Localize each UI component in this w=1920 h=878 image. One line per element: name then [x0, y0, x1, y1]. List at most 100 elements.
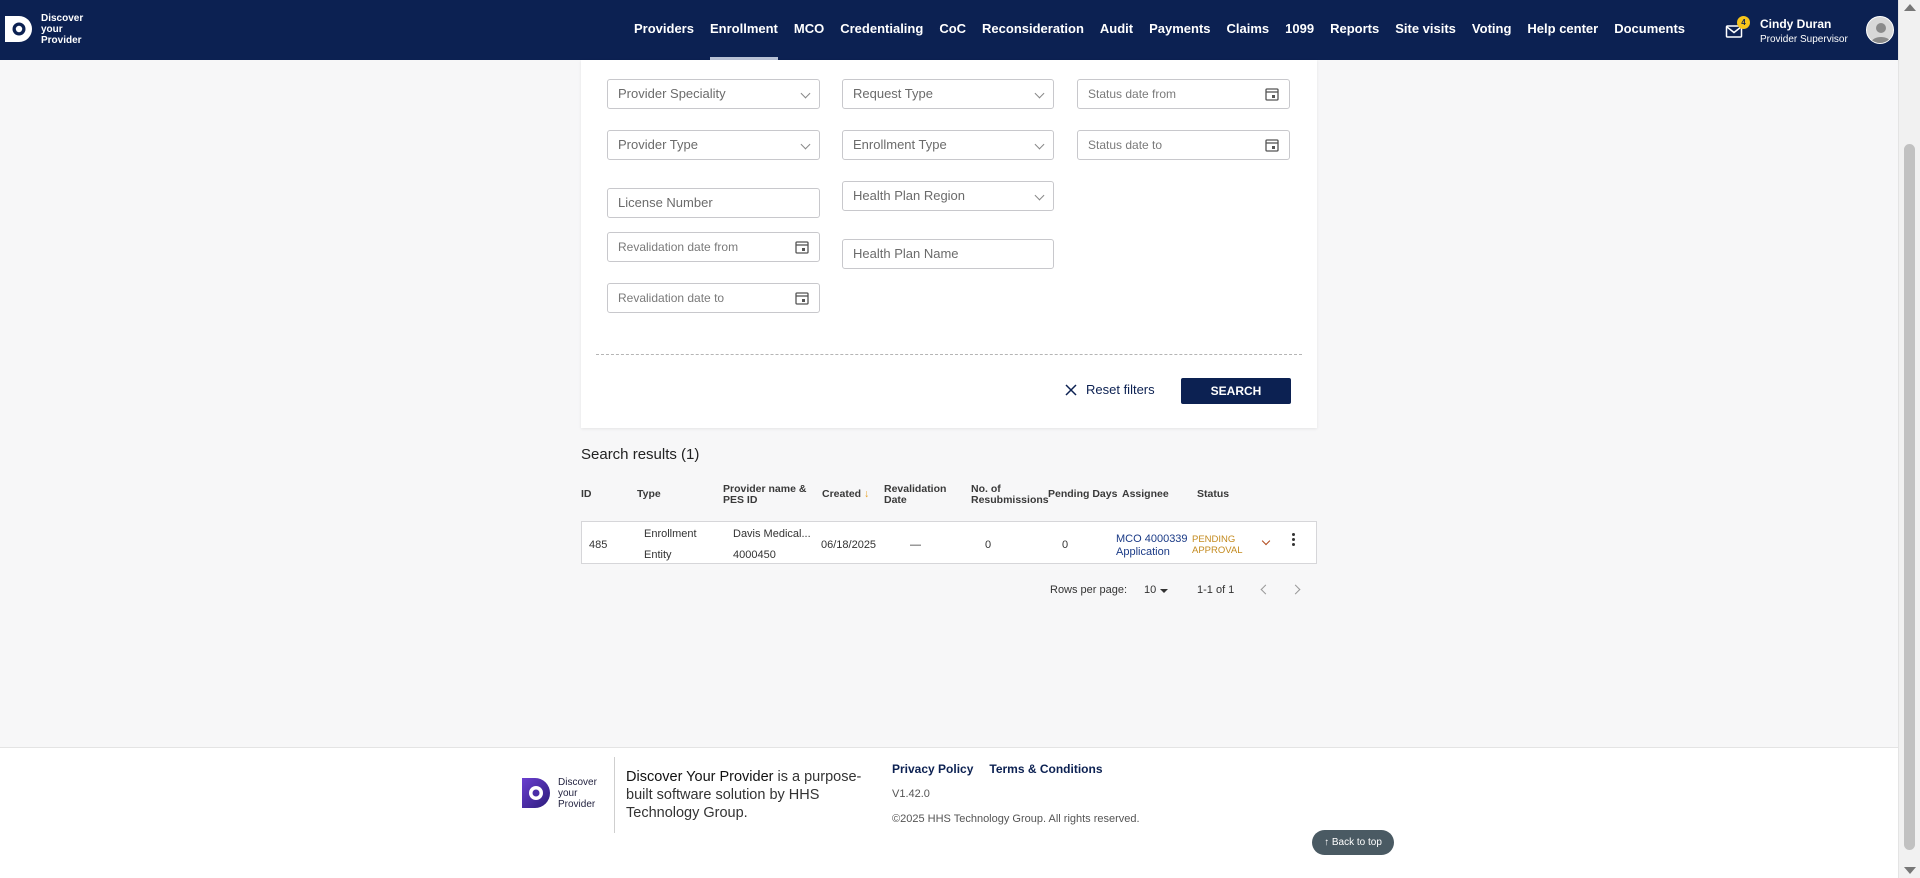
status-badge-line1: PENDING [1192, 534, 1236, 545]
status-badge-line2: APPROVAL [1192, 545, 1243, 556]
nav-enrollment[interactable]: Enrollment [702, 0, 786, 60]
main-nav: Providers Enrollment MCO Credentialing C… [626, 0, 1693, 60]
nav-coc[interactable]: CoC [931, 0, 974, 60]
app-logo[interactable]: Discover your Provider [2, 12, 83, 46]
close-icon [1065, 383, 1077, 396]
nav-audit[interactable]: Audit [1092, 0, 1141, 60]
provider-type-select[interactable]: Provider Type [607, 130, 820, 160]
pagination-range: 1-1 of 1 [1197, 584, 1235, 596]
nav-site-visits[interactable]: Site visits [1387, 0, 1464, 60]
more-options-icon[interactable] [1290, 533, 1296, 549]
caret-down-icon[interactable] [1160, 589, 1168, 593]
revalidation-date-from-field[interactable]: Revalidation date from [607, 232, 820, 262]
page-scrollbar[interactable] [1898, 0, 1920, 878]
nav-payments[interactable]: Payments [1141, 0, 1218, 60]
row-pending-days: 0 [1062, 539, 1069, 551]
nav-reconsideration[interactable]: Reconsideration [974, 0, 1092, 60]
column-header-resubmissions[interactable]: No. of Resubmissions [971, 484, 1051, 506]
sort-down-arrow-icon: ↓ [864, 488, 870, 500]
request-type-select[interactable]: Request Type [842, 79, 1054, 109]
avatar[interactable] [1866, 16, 1894, 44]
column-header-assignee[interactable]: Assignee [1122, 489, 1169, 500]
health-plan-region-select[interactable]: Health Plan Region [842, 181, 1054, 211]
status-date-from-placeholder: Status date from [1088, 87, 1177, 101]
footer-logo-text: Discover your Provider [558, 777, 597, 810]
row-assignee-line1[interactable]: MCO 4000339 [1116, 533, 1188, 545]
health-plan-region-label: Health Plan Region [853, 188, 966, 203]
request-type-label: Request Type [853, 86, 933, 101]
nav-documents[interactable]: Documents [1606, 0, 1693, 60]
calendar-icon[interactable] [795, 240, 809, 254]
search-results-title: Search results (1) [581, 446, 700, 463]
logo-line: your [41, 23, 63, 35]
provider-speciality-select[interactable]: Provider Speciality [607, 79, 820, 109]
column-header-created[interactable]: Created ↓ [822, 489, 869, 500]
top-navigation-bar: Discover your Provider Providers Enrollm… [0, 0, 1898, 60]
column-header-type[interactable]: Type [637, 489, 661, 500]
user-name[interactable]: Cindy Duran [1760, 17, 1831, 31]
user-avatar-icon [1871, 23, 1891, 43]
status-date-to-placeholder: Status date to [1088, 138, 1163, 152]
nav-mco[interactable]: MCO [786, 0, 832, 60]
row-type-line2: Entity [644, 549, 672, 561]
nav-reports[interactable]: Reports [1322, 0, 1387, 60]
nav-help-center[interactable]: Help center [1519, 0, 1606, 60]
footer-divider [614, 757, 615, 833]
row-id: 485 [589, 539, 608, 551]
footer-tagline: Discover Your Provider is a purpose-buil… [626, 768, 866, 822]
row-provider-name[interactable]: Davis Medical... [733, 528, 811, 540]
calendar-icon[interactable] [1265, 87, 1279, 101]
scroll-up-arrow-icon[interactable] [1904, 4, 1916, 11]
chevron-down-icon [1034, 139, 1045, 150]
footer-links: Privacy Policy Terms & Conditions [892, 762, 1103, 776]
health-plan-name-placeholder: Health Plan Name [853, 246, 959, 261]
logo-mark-icon [5, 16, 32, 42]
created-header-label: Created [822, 488, 862, 500]
enrollment-type-select[interactable]: Enrollment Type [842, 130, 1054, 160]
nav-1099[interactable]: 1099 [1277, 0, 1322, 60]
health-plan-name-input[interactable]: Health Plan Name [842, 239, 1054, 269]
column-header-id[interactable]: ID [581, 489, 592, 500]
provider-speciality-label: Provider Speciality [618, 86, 726, 101]
filters-divider [596, 354, 1302, 355]
footer-logo-line: your [558, 787, 578, 799]
nav-claims[interactable]: Claims [1219, 0, 1278, 60]
column-header-revalidation-date[interactable]: Revalidation Date [884, 484, 954, 506]
license-number-placeholder: License Number [618, 195, 713, 210]
column-header-status[interactable]: Status [1197, 489, 1229, 500]
privacy-policy-link[interactable]: Privacy Policy [892, 762, 973, 776]
copyright: ©2025 HHS Technology Group. All rights r… [892, 813, 1140, 825]
chevron-right-icon[interactable] [1290, 584, 1301, 595]
calendar-icon[interactable] [1265, 138, 1279, 152]
chevron-left-icon[interactable] [1260, 584, 1271, 595]
row-created: 06/18/2025 [821, 539, 877, 551]
logo-line: Provider [41, 34, 82, 46]
app-version: V1.42.0 [892, 788, 930, 800]
revalidation-date-to-placeholder: Revalidation date to [618, 291, 725, 305]
column-header-pending-days[interactable]: Pending Days [1048, 489, 1117, 500]
rows-per-page-select[interactable]: 10 [1144, 584, 1156, 596]
column-header-provider-name[interactable]: Provider name & PES ID [723, 484, 813, 506]
status-date-from-field[interactable]: Status date from [1077, 79, 1290, 109]
footer-logo-mark-icon [522, 778, 550, 808]
search-button[interactable]: SEARCH [1181, 378, 1291, 404]
nav-credentialing[interactable]: Credentialing [832, 0, 931, 60]
chevron-down-icon [1034, 88, 1045, 99]
footer-logo: Discover your Provider [520, 775, 597, 811]
scroll-down-arrow-icon[interactable] [1904, 867, 1916, 874]
calendar-icon[interactable] [795, 291, 809, 305]
nav-providers[interactable]: Providers [626, 0, 702, 60]
logo-text: Discover your Provider [41, 13, 83, 46]
nav-voting[interactable]: Voting [1464, 0, 1519, 60]
row-resubmissions: 0 [985, 539, 992, 551]
logo-line: Discover [41, 12, 84, 24]
license-number-input[interactable]: License Number [607, 188, 820, 218]
revalidation-date-to-field[interactable]: Revalidation date to [607, 283, 820, 313]
chevron-down-icon [800, 88, 811, 99]
status-date-to-field[interactable]: Status date to [1077, 130, 1290, 160]
back-to-top-button[interactable]: ↑ Back to top [1312, 830, 1394, 855]
terms-conditions-link[interactable]: Terms & Conditions [989, 762, 1102, 776]
row-assignee-line2[interactable]: Application [1116, 546, 1170, 558]
reset-filters-button[interactable]: Reset filters [1064, 382, 1155, 397]
scroll-thumb[interactable] [1904, 144, 1915, 850]
